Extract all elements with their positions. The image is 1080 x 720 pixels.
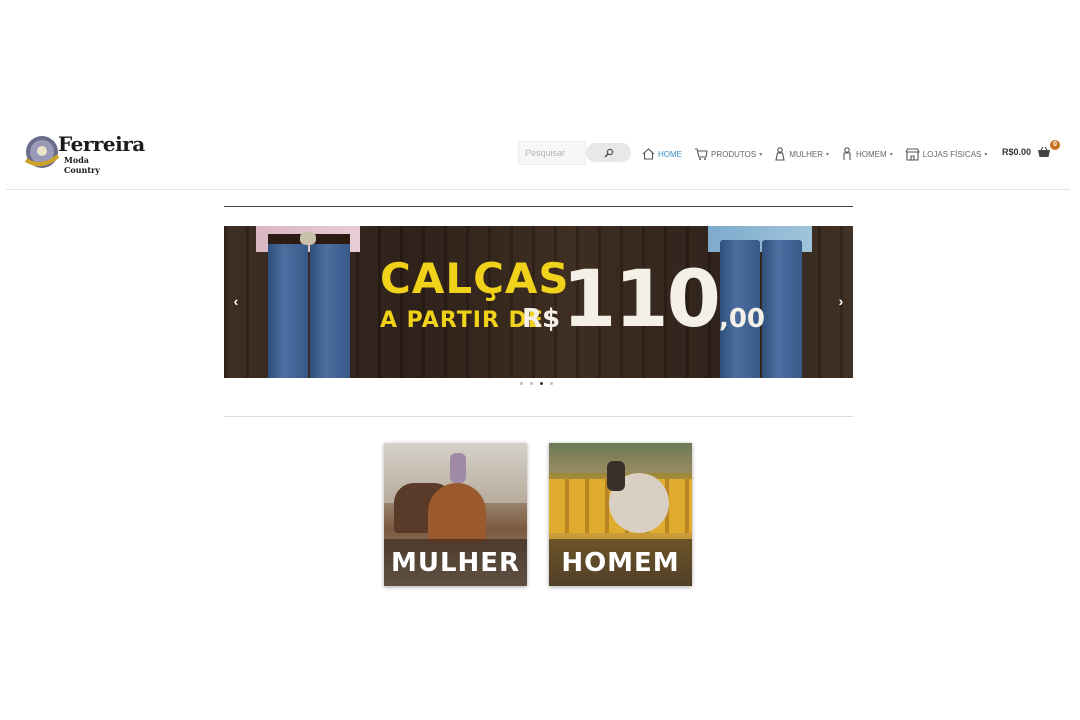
nav-item-label: HOMEM — [856, 149, 887, 159]
chevron-down-icon: ▾ — [826, 151, 830, 158]
brand-subtitle: Moda Country — [64, 155, 100, 175]
brand-logo[interactable]: Ferreira Moda Country — [24, 130, 145, 175]
chevron-down-icon: ▾ — [759, 151, 763, 158]
chevron-right-icon: › — [838, 293, 844, 309]
cart-produtos-icon — [695, 147, 708, 160]
price-value: 110 — [562, 255, 721, 345]
divider — [224, 416, 853, 417]
nav-item-lojas-fisicas[interactable]: LOJAS FÍSICAS ▾ — [905, 147, 988, 161]
hero-slider[interactable]: CALÇAS A PARTIR DE R$ 110 ,00 ‹ › — [224, 226, 853, 378]
slider-dot[interactable] — [520, 382, 523, 385]
brand-name: Ferreira — [58, 132, 145, 156]
category-card-label: HOMEM — [549, 539, 692, 586]
search-button[interactable] — [586, 143, 631, 162]
slider-next-button[interactable]: › — [834, 293, 848, 309]
nav-item-mulher[interactable]: MULHER ▾ — [774, 147, 829, 161]
chevron-down-icon: ▾ — [984, 151, 988, 158]
home-icon — [642, 148, 655, 160]
logo-emblem-icon — [24, 136, 60, 168]
basket-icon: 0 — [1037, 140, 1061, 158]
chevron-down-icon: ▾ — [889, 151, 893, 158]
divider — [224, 206, 853, 207]
category-card-label: MULHER — [384, 539, 527, 586]
cart-widget[interactable]: R$0.00 0 — [1002, 140, 1061, 158]
slider-pagination — [520, 382, 560, 385]
man-icon — [843, 147, 851, 160]
slide-price: R$ 110 ,00 — [522, 260, 765, 340]
nav-item-label: MULHER — [789, 149, 823, 159]
nav-item-label: PRODUTOS — [711, 149, 757, 159]
cart-count-badge: 0 — [1050, 140, 1061, 150]
slider-dot[interactable] — [530, 382, 533, 385]
category-card-homem[interactable]: HOMEM — [549, 443, 692, 586]
slider-dot[interactable] — [550, 382, 553, 385]
main-nav: HOME PRODUTOS ▾ MULHER ▾ HOMEM ▾ LOJAS F… — [642, 146, 999, 162]
nav-item-produtos[interactable]: PRODUTOS ▾ — [694, 147, 763, 161]
cart-total: R$0.00 — [1002, 147, 1032, 157]
store-icon — [905, 147, 920, 161]
nav-item-label: HOME — [658, 149, 682, 159]
site-header: Ferreira Moda Country HOME PRODUTOS ▾ — [6, 118, 1070, 190]
nav-item-home[interactable]: HOME — [642, 148, 682, 160]
search-icon — [603, 148, 613, 158]
search-input[interactable] — [518, 141, 586, 165]
slider-dot-active[interactable] — [540, 382, 543, 385]
nav-item-label: LOJAS FÍSICAS — [922, 149, 982, 159]
slider-prev-button[interactable]: ‹ — [229, 293, 243, 309]
chevron-left-icon: ‹ — [233, 293, 239, 309]
nav-item-homem[interactable]: HOMEM ▾ — [841, 147, 893, 161]
slide-image-jeans-left — [256, 226, 360, 378]
category-card-mulher[interactable]: MULHER — [384, 443, 527, 586]
price-currency: R$ — [522, 304, 561, 334]
price-cents: ,00 — [718, 304, 766, 334]
woman-icon — [775, 147, 785, 161]
